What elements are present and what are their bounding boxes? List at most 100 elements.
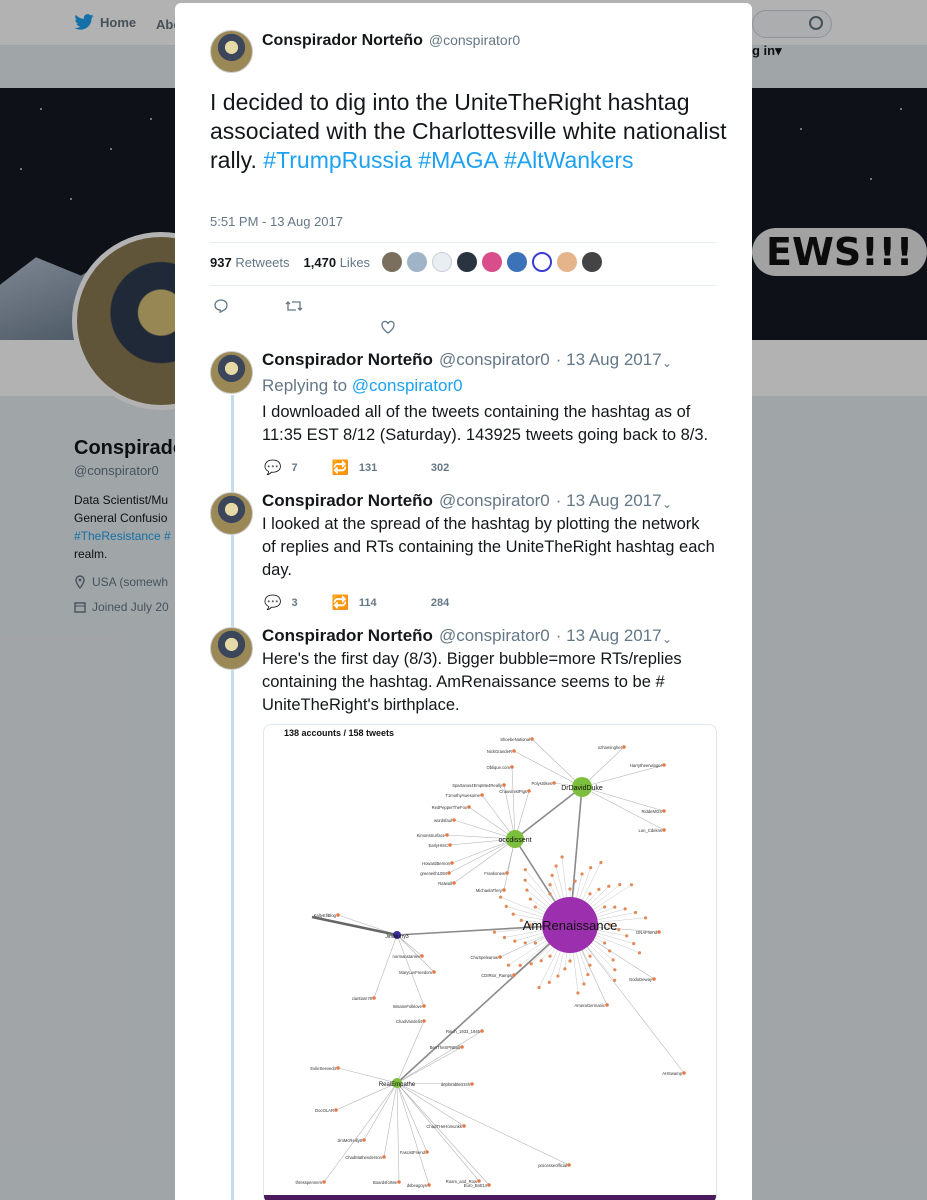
- graph-node-label: JimMcReilly8: [337, 1138, 362, 1143]
- graph-node: [625, 934, 629, 938]
- liker-avatar[interactable]: [382, 252, 402, 272]
- reply-author-handle[interactable]: @conspirator0: [439, 626, 550, 646]
- graph-node: [452, 818, 456, 822]
- graph-node: [447, 871, 451, 875]
- reply-date[interactable]: · 13 Aug 2017: [556, 491, 662, 511]
- retweet-stat[interactable]: 937 Retweets: [210, 255, 290, 270]
- graph-node: [608, 949, 612, 953]
- like-stat[interactable]: 1,470 Likes: [304, 255, 371, 270]
- reply-avatar[interactable]: [210, 492, 253, 535]
- graph-node: [662, 763, 666, 767]
- liker-avatar[interactable]: [407, 252, 427, 272]
- graph-node-label: ciantiam78: [352, 996, 373, 1001]
- liker-avatar[interactable]: [532, 252, 552, 272]
- graph-node: [533, 941, 537, 945]
- chevron-down-icon[interactable]: ⌄: [662, 497, 672, 511]
- graph-node: [498, 895, 503, 899]
- like-count[interactable]: 302: [431, 462, 449, 474]
- main-tweet-hashtags[interactable]: #TrumpRussia #MAGA #AltWankers: [263, 147, 633, 173]
- graph-node: [527, 789, 531, 793]
- graph-node-label: RedPepperTheFox: [432, 805, 468, 810]
- retweet-icon[interactable]: 🔁: [331, 459, 348, 476]
- graph-node: [657, 930, 661, 934]
- main-tweet-avatar[interactable]: [210, 30, 253, 73]
- graph-node-label: Spartanus4EmpMe4Really: [452, 783, 503, 788]
- graph-node: [633, 910, 638, 915]
- graph-node: [637, 951, 642, 955]
- reply-icon[interactable]: 💬: [264, 459, 281, 476]
- graph-node-label: PolysSlkes: [532, 781, 552, 786]
- retweet-icon[interactable]: [285, 298, 303, 314]
- graph-node: [422, 1004, 426, 1008]
- graph-node: [530, 737, 534, 741]
- reply-header: Conspirador Norteño @conspirator0 · 13 A…: [262, 626, 662, 646]
- graph-node: [504, 904, 508, 908]
- reply-author-handle[interactable]: @conspirator0: [439, 491, 550, 511]
- graph-node-label: Oblique.com: [486, 765, 510, 770]
- network-graph-image[interactable]: ShoebeNational NickGrandeR Oblique.com Spar…: [263, 724, 717, 1200]
- main-tweet-timestamp[interactable]: 5:51 PM - 13 Aug 2017: [210, 214, 343, 229]
- liker-avatar[interactable]: [582, 252, 602, 272]
- graph-node-label: ChuSpelearow: [471, 955, 499, 960]
- reply-avatar[interactable]: [210, 627, 253, 670]
- graph-node: [603, 905, 607, 909]
- reply-avatar[interactable]: [210, 351, 253, 394]
- main-tweet-author-name[interactable]: Conspirador Norteño: [262, 32, 423, 50]
- liker-avatar[interactable]: [507, 252, 527, 272]
- graph-node: [480, 793, 484, 797]
- graph-node: [336, 1066, 340, 1070]
- graph-edge: [373, 934, 398, 999]
- graph-node: [552, 781, 556, 785]
- liker-avatar[interactable]: [557, 252, 577, 272]
- graph-node: [425, 1150, 429, 1154]
- like-count[interactable]: 284: [431, 597, 449, 609]
- retweet-icon[interactable]: 🔁: [331, 594, 348, 611]
- graph-node: [492, 930, 497, 934]
- graph-node: [582, 982, 586, 986]
- graph-node: [427, 1183, 431, 1187]
- graph-node: [450, 861, 454, 865]
- graph-node-label: ShoebeNational: [500, 737, 530, 742]
- replying-to-link[interactable]: @conspirator0: [352, 376, 463, 395]
- graph-node: [629, 883, 634, 887]
- main-tweet-author-handle[interactable]: @conspirator0: [429, 32, 520, 48]
- graph-node-label: AHSwamp: [662, 1071, 682, 1076]
- main-tweet-stats: 937 Retweets 1,470 Likes: [210, 255, 370, 270]
- graph-node: [487, 1183, 491, 1187]
- graph-node-label: Ratwall: [438, 881, 452, 886]
- graph-node: [623, 907, 627, 911]
- reply-date[interactable]: · 13 Aug 2017: [556, 626, 662, 646]
- reply-count: 3: [291, 596, 298, 609]
- reply-icon[interactable]: [213, 298, 229, 314]
- reply-author-name[interactable]: Conspirador Norteño: [262, 626, 433, 646]
- liker-avatar[interactable]: [457, 252, 477, 272]
- liker-avatar[interactable]: [432, 252, 452, 272]
- graph-node-label: ChadMathenderson: [345, 1155, 382, 1160]
- replying-to: Replying to @conspirator0: [262, 376, 463, 395]
- graph-node: [523, 878, 527, 882]
- reply-text: I looked at the spread of the hashtag by…: [262, 515, 715, 579]
- graph-edge: [396, 1082, 480, 1182]
- graph-node: [513, 939, 517, 943]
- like-icon[interactable]: [380, 319, 396, 335]
- graph-node: [586, 973, 590, 977]
- chevron-down-icon[interactable]: ⌄: [662, 632, 672, 646]
- graph-node: [567, 1163, 571, 1167]
- graph-node-label: normanstanlev: [393, 954, 421, 959]
- graph-node: [556, 974, 560, 978]
- graph-node: [420, 954, 424, 958]
- graph-node-label: BoardsforMe: [373, 1180, 398, 1185]
- graph-node: [422, 1019, 426, 1023]
- graph-node: [480, 1029, 484, 1033]
- reply-author-name[interactable]: Conspirador Norteño: [262, 491, 433, 511]
- liker-avatar[interactable]: [482, 252, 502, 272]
- graph-node: [554, 864, 558, 868]
- chevron-down-icon[interactable]: ⌄: [662, 356, 672, 370]
- reply-icon[interactable]: 💬: [264, 594, 281, 611]
- graph-node: [682, 1071, 686, 1075]
- reply-date[interactable]: · 13 Aug 2017: [556, 350, 662, 370]
- graph-edge: [396, 1082, 465, 1127]
- graph-node: [523, 868, 527, 872]
- reply-author-name[interactable]: Conspirador Norteño: [262, 350, 433, 370]
- reply-author-handle[interactable]: @conspirator0: [439, 350, 550, 370]
